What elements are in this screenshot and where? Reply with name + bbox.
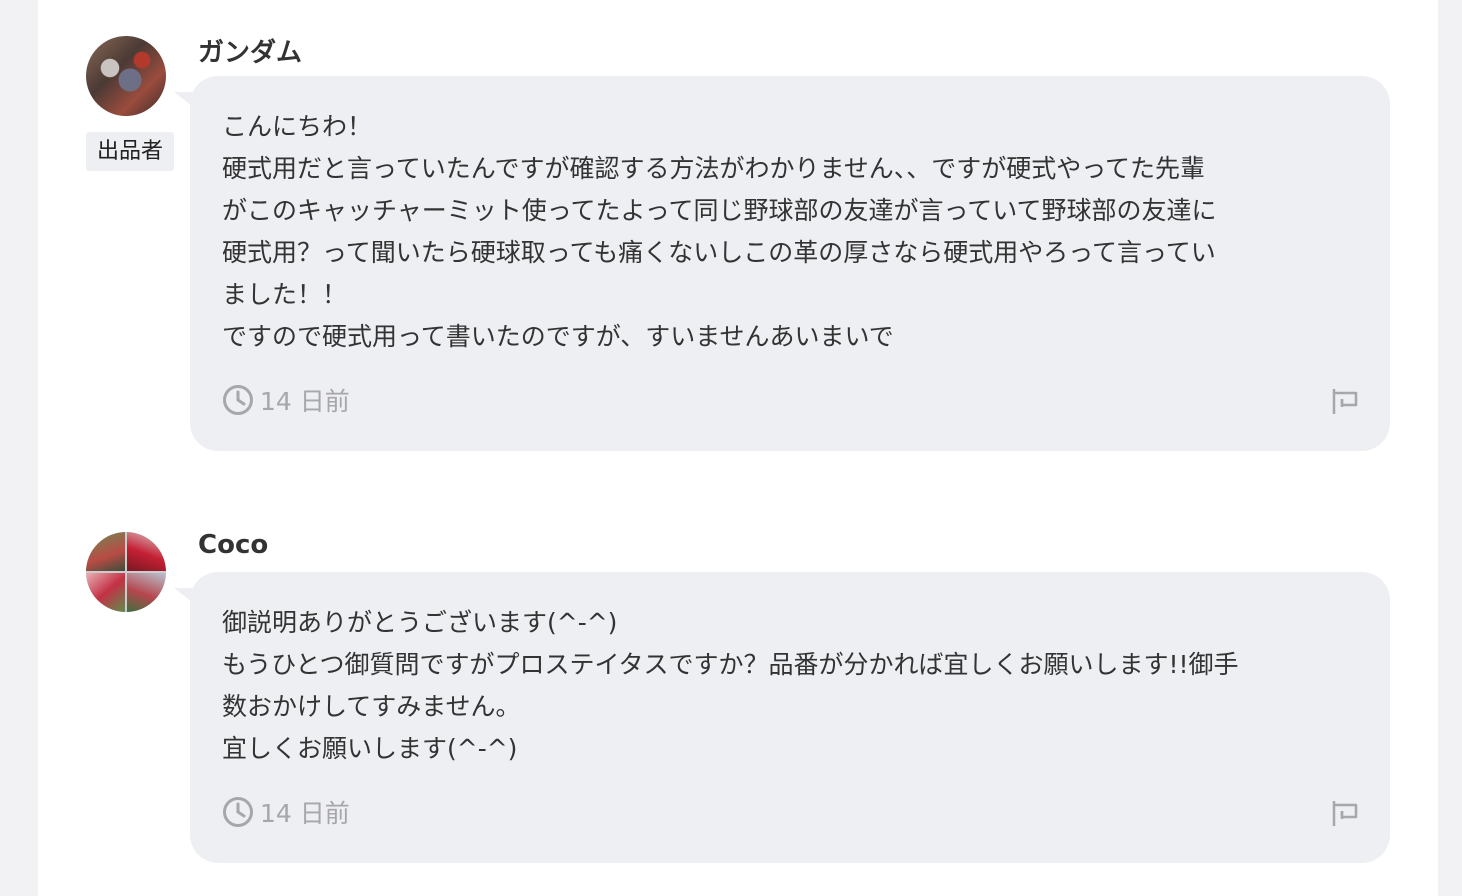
flag-icon[interactable] xyxy=(1330,386,1360,416)
comment-line: ました！！ xyxy=(222,280,348,309)
user-name[interactable]: ガンダム xyxy=(198,32,302,69)
comment-line: 硬式用だと言っていたんですが確認する方法がわかりません、、ですが硬式やってた先輩 xyxy=(222,154,1206,183)
comment-time: 14 日前 xyxy=(260,387,350,416)
comment-meta: 14 日前 xyxy=(222,794,350,830)
user-avatar[interactable] xyxy=(86,532,166,612)
seller-badge: 出品者 xyxy=(86,132,174,171)
comment-meta: 14 日前 xyxy=(222,382,350,418)
comment-text: 御説明ありがとうございます(^-^) もうひとつ御質問ですがプロステイタスですか… xyxy=(222,602,1362,770)
comment-time: 14 日前 xyxy=(260,799,350,828)
comment-line: 数おかけしてすみません。 xyxy=(222,692,521,721)
user-avatar[interactable] xyxy=(86,36,166,116)
flag-icon[interactable] xyxy=(1330,798,1360,828)
comment-line: 宜しくお願いします(^-^) xyxy=(222,734,518,763)
comment-text: こんにちわ！ 硬式用だと言っていたんですが確認する方法がわかりません、、ですが硬… xyxy=(222,106,1362,358)
comment-line: 御説明ありがとうございます(^-^) xyxy=(222,608,618,637)
user-name[interactable]: Coco xyxy=(198,530,268,560)
comment-line: こんにちわ！ xyxy=(222,112,373,141)
clock-icon xyxy=(223,385,253,415)
comment-bubble: こんにちわ！ 硬式用だと言っていたんですが確認する方法がわかりません、、ですが硬… xyxy=(174,76,1390,451)
comment-bubble: 御説明ありがとうございます(^-^) もうひとつ御質問ですがプロステイタスですか… xyxy=(174,572,1390,863)
comment-line: 硬式用？って聞いたら硬球取っても痛くないしこの革の厚さなら硬式用やろって言ってい xyxy=(222,238,1216,267)
comments-panel: 出品者 ガンダム こんにちわ！ 硬式用だと言っていたんですが確認する方法がわかり… xyxy=(38,0,1438,896)
clock-icon xyxy=(223,797,253,827)
comment-line: もうひとつ御質問ですがプロステイタスですか？品番が分かれば宜しくお願いします!!… xyxy=(222,650,1239,679)
comment-line: ですので硬式用って書いたのですが、すいませんあいまいで xyxy=(222,322,894,351)
comment-line: がこのキャッチャーミット使ってたよって同じ野球部の友達が言っていて野球部の友達に xyxy=(222,196,1217,225)
